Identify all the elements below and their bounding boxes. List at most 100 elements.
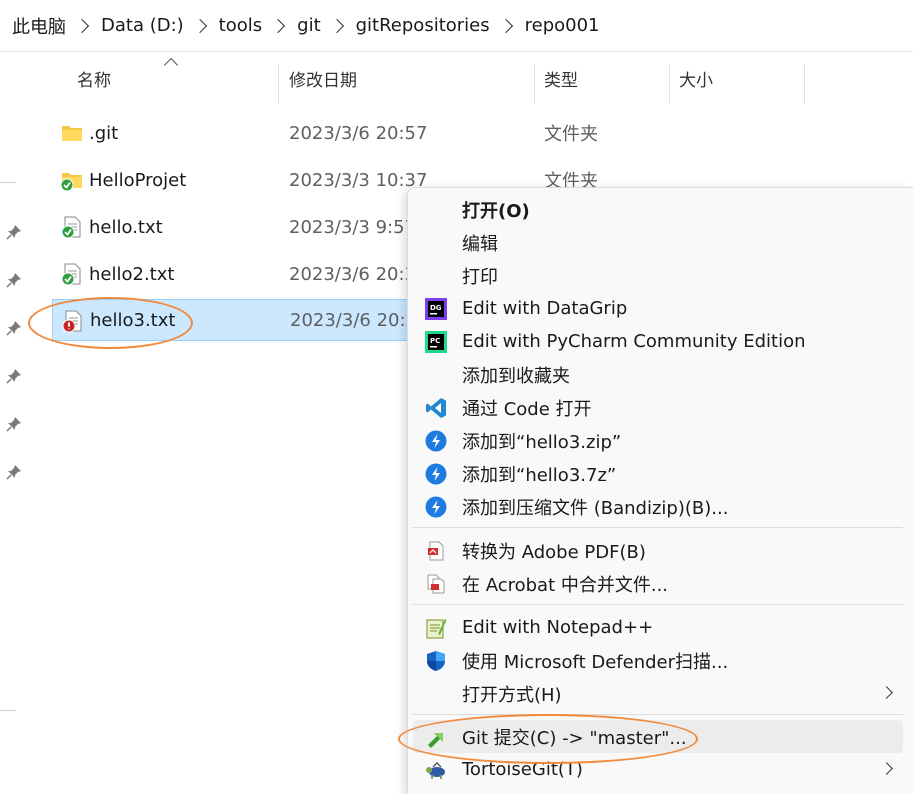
git-commit-arrow-icon — [428, 733, 443, 748]
menu-edit-with-pycharm[interactable]: PC Edit with PyCharm Community Edition — [413, 325, 903, 358]
file-type: 文件夹 — [544, 124, 598, 145]
menu-edit-with-notepadpp[interactable]: Edit with Notepad++ — [413, 611, 903, 644]
chevron-right-icon[interactable] — [329, 18, 344, 33]
acrobat-merge-icon — [427, 574, 445, 594]
breadcrumb-gitrepositories[interactable]: gitRepositories — [356, 15, 490, 36]
chevron-right-icon[interactable] — [498, 18, 513, 33]
menu-add-to-zip[interactable]: 添加到“hello3.zip” — [413, 424, 903, 457]
menu-add-to-7z[interactable]: 添加到“hello3.7z” — [413, 457, 903, 490]
menu-git-commit[interactable]: Git 提交(C) -> "master"... — [413, 720, 903, 753]
file-date: 2023/3/3 9:57 — [289, 216, 416, 238]
file-date: 2023/3/6 20:5 — [290, 309, 417, 331]
notepadpp-icon — [426, 619, 447, 639]
bandizip-icon — [425, 496, 447, 518]
text-file-modified-icon — [62, 310, 82, 333]
file-name: HelloProjet — [89, 169, 187, 191]
pin-icon[interactable] — [6, 320, 22, 336]
column-size[interactable]: 大小 — [679, 52, 713, 104]
menu-label: 添加到“hello3.7z” — [462, 464, 617, 486]
column-divider[interactable] — [278, 64, 279, 104]
context-menu: 打开(O) 编辑 打印 DG Edit with DataGrip PC Edi… — [407, 187, 913, 794]
pin-icon[interactable] — [6, 272, 22, 288]
column-type[interactable]: 类型 — [544, 52, 578, 104]
menu-separator — [413, 527, 903, 528]
file-row-hello3-txt[interactable]: hello3.txt 2023/3/6 20:5 — [52, 299, 422, 341]
text-file-synced-icon — [61, 263, 81, 286]
folder-icon — [62, 126, 82, 141]
menu-separator — [413, 714, 903, 715]
menu-label: 打开方式(H) — [462, 684, 562, 706]
column-date[interactable]: 修改日期 — [289, 52, 357, 104]
file-date: 2023/3/6 20:3 — [289, 263, 416, 285]
file-name: hello2.txt — [89, 263, 175, 285]
menu-tortoisegit[interactable]: TortoiseGit(T) — [413, 753, 903, 786]
breadcrumb-git[interactable]: git — [297, 15, 320, 36]
menu-open-with[interactable]: 打开方式(H) — [413, 677, 903, 710]
svg-text:PC: PC — [430, 337, 440, 345]
datagrip-icon: DG — [425, 298, 447, 320]
menu-edit-with-datagrip[interactable]: DG Edit with DataGrip — [413, 292, 903, 325]
pin-icon[interactable] — [6, 416, 22, 432]
column-divider[interactable] — [669, 64, 670, 104]
chevron-right-icon[interactable] — [192, 18, 207, 33]
menu-open[interactable]: 打开(O) — [413, 193, 903, 226]
pin-icon[interactable] — [6, 224, 22, 240]
file-date: 2023/3/6 20:57 — [289, 122, 428, 144]
nav-divider — [0, 710, 16, 711]
menu-label: Edit with PyCharm Community Edition — [462, 331, 806, 352]
menu-add-to-archive-bandizip[interactable]: 添加到压缩文件 (Bandizip)(B)... — [413, 490, 903, 523]
menu-label: 使用 Microsoft Defender扫描... — [462, 651, 729, 673]
breadcrumb-drive-d[interactable]: Data (D:) — [101, 15, 184, 36]
chevron-right-icon[interactable] — [271, 18, 286, 33]
svg-text:DG: DG — [430, 304, 442, 312]
text-file-synced-icon — [61, 216, 81, 239]
breadcrumb-tools[interactable]: tools — [219, 15, 262, 36]
menu-edit[interactable]: 编辑 — [413, 226, 903, 259]
menu-open-with-code[interactable]: 通过 Code 打开 — [413, 391, 903, 424]
menu-add-to-favorites[interactable]: 添加到收藏夹 — [413, 358, 903, 391]
menu-label: 通过 Code 打开 — [462, 398, 592, 420]
menu-separator — [413, 604, 903, 605]
menu-label: 转换为 Adobe PDF(B) — [462, 541, 646, 563]
menu-convert-to-pdf[interactable]: 转换为 Adobe PDF(B) — [413, 534, 903, 567]
pin-icon[interactable] — [6, 464, 22, 480]
column-divider[interactable] — [534, 64, 535, 104]
column-name[interactable]: 名称 — [77, 52, 111, 104]
chevron-right-icon — [880, 686, 893, 699]
menu-acrobat-merge[interactable]: 在 Acrobat 中合并文件... — [413, 567, 903, 600]
bandizip-icon — [425, 463, 447, 485]
breadcrumb-repo001[interactable]: repo001 — [525, 15, 600, 36]
menu-defender-scan[interactable]: 使用 Microsoft Defender扫描... — [413, 644, 903, 677]
menu-label: Edit with DataGrip — [462, 298, 628, 319]
file-row-git[interactable]: .git 2023/3/6 20:57 文件夹 — [52, 112, 913, 154]
sort-ascending-icon — [163, 57, 179, 73]
tortoisegit-icon — [426, 762, 445, 779]
folder-synced-icon — [60, 173, 82, 192]
menu-label: 编辑 — [462, 233, 498, 255]
column-divider[interactable] — [804, 64, 805, 104]
file-date: 2023/3/3 10:37 — [289, 169, 428, 191]
menu-label: 在 Acrobat 中合并文件... — [462, 574, 669, 596]
menu-label: 添加到压缩文件 (Bandizip)(B)... — [462, 497, 729, 519]
menu-label: 打印 — [462, 266, 498, 288]
menu-label: TortoiseGit(T) — [462, 759, 583, 780]
pin-icon[interactable] — [6, 368, 22, 384]
menu-label: 添加到收藏夹 — [462, 365, 570, 387]
defender-shield-icon — [427, 651, 445, 671]
bandizip-icon — [425, 430, 447, 452]
menu-label: Git 提交(C) -> "master"... — [462, 727, 687, 749]
menu-label: 添加到“hello3.zip” — [462, 431, 622, 453]
breadcrumb-this-pc[interactable]: 此电脑 — [12, 13, 66, 39]
navigation-pane — [0, 52, 28, 794]
menu-label: 打开(O) — [462, 200, 530, 222]
chevron-right-icon — [880, 762, 893, 775]
nav-divider — [0, 182, 16, 183]
menu-print[interactable]: 打印 — [413, 259, 903, 292]
chevron-right-icon[interactable] — [74, 18, 90, 33]
file-name: .git — [89, 122, 119, 144]
column-header: 名称 修改日期 类型 大小 — [28, 52, 913, 104]
vscode-icon — [426, 398, 446, 418]
menu-label: Edit with Notepad++ — [462, 617, 654, 638]
file-name: hello.txt — [89, 216, 163, 238]
pycharm-icon: PC — [425, 331, 447, 353]
